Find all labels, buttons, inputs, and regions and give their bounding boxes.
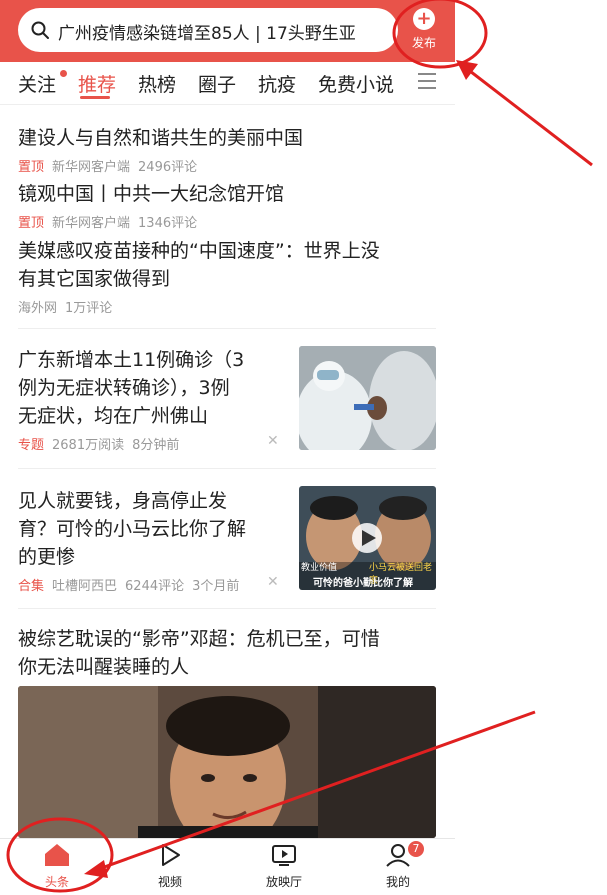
- tab-follow[interactable]: 关注: [18, 70, 56, 97]
- divider: [18, 608, 436, 609]
- background-margin: [455, 0, 607, 895]
- pinned-meta-1: 置顶 新华网客户端 2496评论: [18, 160, 198, 175]
- publish-button[interactable]: + 发布: [404, 8, 444, 56]
- divider: [18, 468, 436, 469]
- screen-icon: [272, 845, 296, 866]
- dismiss-icon[interactable]: ✕: [267, 574, 279, 590]
- active-tab-indicator: [80, 96, 110, 99]
- nav-screening-hall[interactable]: 放映厅: [254, 843, 314, 890]
- user-icon: [386, 844, 410, 867]
- publish-label: 发布: [411, 36, 436, 50]
- article-title-4[interactable]: 广东新增本土11例确诊（3 例为无症状转确诊），3例 无症状，均在广州佛山: [18, 346, 244, 430]
- plus-icon: +: [413, 8, 435, 30]
- article-title-5[interactable]: 见人就要钱，身高停止发 育？可怜的小马云比你了解 的更惨: [18, 487, 246, 571]
- channel-tabs: 关注 推荐 热榜 圈子 抗疫 免费小说: [0, 62, 455, 105]
- play-icon: [162, 844, 180, 866]
- article-meta-5: 合集 吐槽阿西巴 6244评论 3个月前: [18, 579, 240, 594]
- search-bar[interactable]: 广州疫情感染链增至85人 | 17头野生亚: [18, 8, 398, 52]
- video-thumbnail-5[interactable]: 教业价值 小马云被送回老家 可怜的爸小勤比你了解: [299, 486, 436, 590]
- home-icon: [45, 844, 69, 866]
- article-title-6[interactable]: 被综艺耽误的“影帝”邓超：危机已至，可惜 你无法叫醒装睡的人: [18, 625, 380, 681]
- pinned-title-2[interactable]: 镜观中国丨中共一大纪念馆开馆: [18, 180, 284, 208]
- search-icon: [31, 21, 49, 39]
- tab-anti-epidemic[interactable]: 抗疫: [258, 70, 296, 97]
- bottom-nav: 头条 视频 放映厅 我的 7: [0, 838, 455, 895]
- tab-circle[interactable]: 圈子: [198, 70, 236, 97]
- dismiss-icon[interactable]: ✕: [267, 433, 279, 449]
- article-meta-4: 专题 2681万阅读 8分钟前: [18, 438, 180, 453]
- nav-home[interactable]: 头条: [27, 843, 87, 890]
- thumb-caption-left: 教业价值: [301, 563, 338, 573]
- notification-badge: 7: [408, 841, 424, 857]
- pinned-title-1[interactable]: 建设人与自然和谐共生的美丽中国: [18, 124, 303, 152]
- menu-icon[interactable]: [418, 73, 436, 91]
- tab-hot[interactable]: 热榜: [138, 70, 176, 97]
- nav-video[interactable]: 视频: [140, 843, 200, 890]
- actor-photo: [18, 686, 436, 838]
- divider: [18, 328, 436, 329]
- article-thumbnail-4[interactable]: [299, 346, 436, 450]
- article-meta-3: 海外网 1万评论: [18, 301, 113, 316]
- thumb-caption-bottom: 可怜的爸小勤比你了解: [313, 578, 413, 589]
- nav-mine[interactable]: 我的 7: [368, 841, 428, 890]
- medical-worker-image: [299, 346, 436, 450]
- article-title-3[interactable]: 美媒感叹疫苗接种的“中国速度”：世界上没 有其它国家做得到: [18, 237, 380, 293]
- new-dot: [60, 70, 67, 77]
- tab-free-novel[interactable]: 免费小说: [318, 70, 394, 97]
- pinned-meta-2: 置顶 新华网客户端 1346评论: [18, 216, 198, 231]
- tab-recommend[interactable]: 推荐: [78, 70, 116, 97]
- article-image-6[interactable]: [18, 686, 436, 838]
- phone-screen: 广州疫情感染链增至85人 | 17头野生亚 + 发布 关注 推荐 热榜 圈子 抗…: [0, 0, 455, 895]
- search-query: 广州疫情感染链增至85人 | 17头野生亚: [58, 24, 356, 44]
- app-header: 广州疫情感染链增至85人 | 17头野生亚 + 发布: [0, 0, 455, 62]
